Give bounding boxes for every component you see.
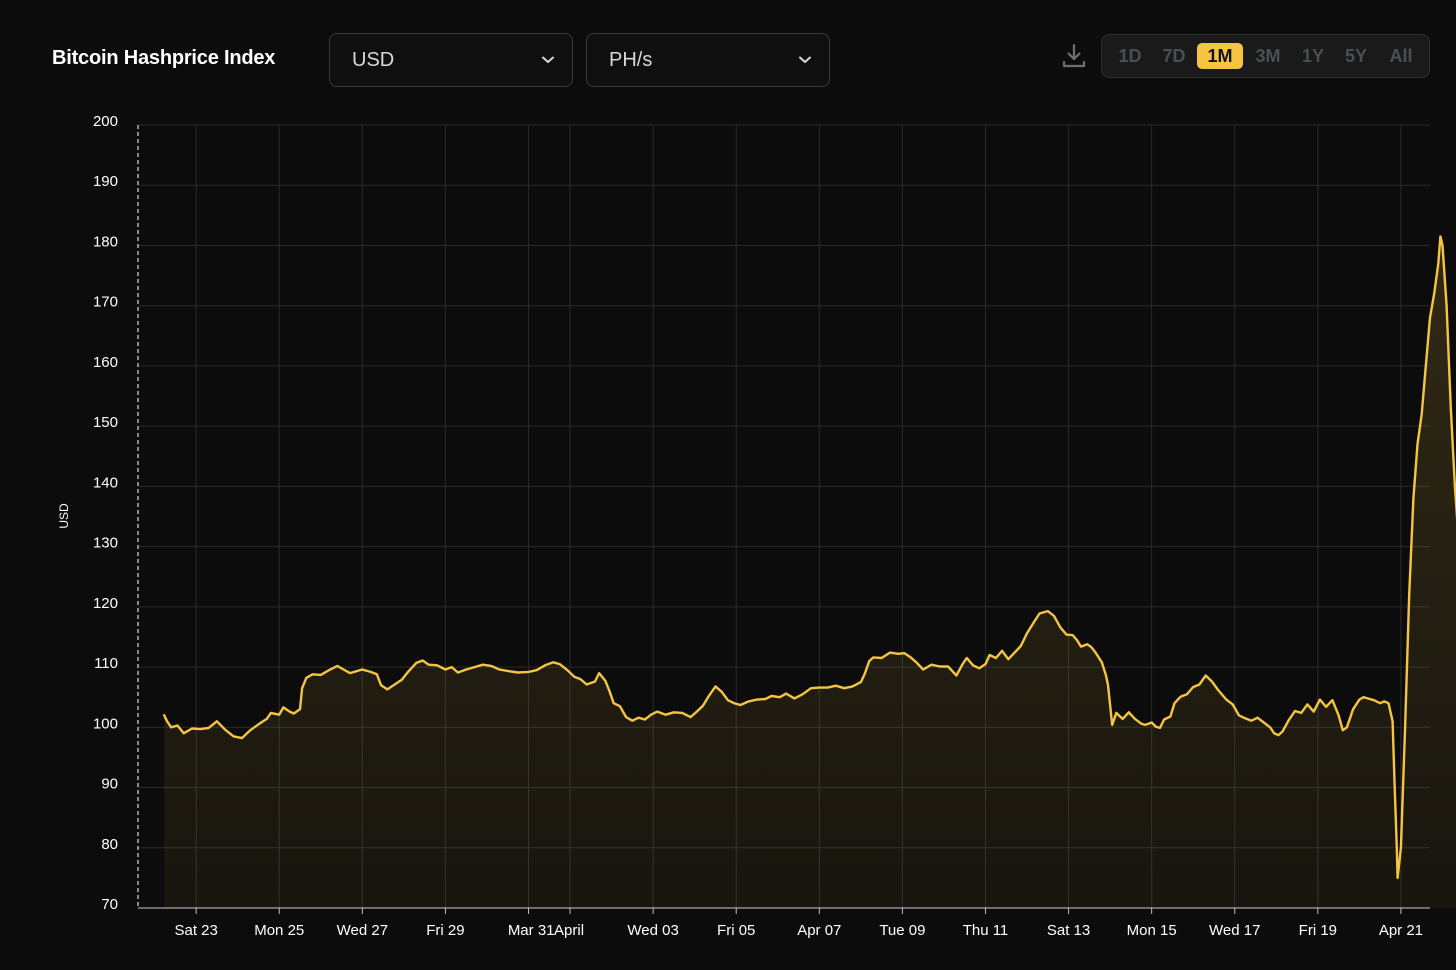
x-tick-label: Mon 15 [1127, 922, 1177, 939]
x-tick-label: April [554, 922, 584, 939]
y-tick-label: 70 [101, 896, 118, 913]
x-tick-label: Sat 23 [174, 922, 217, 939]
x-tick-label: Tue 09 [879, 922, 925, 939]
x-tick-label: Fri 19 [1299, 922, 1337, 939]
y-tick-label: 130 [93, 535, 118, 552]
x-tick-label: Wed 03 [627, 922, 678, 939]
x-tick-label: Mon 25 [254, 922, 304, 939]
x-tick-label: Fri 05 [717, 922, 755, 939]
y-tick-label: 190 [93, 173, 118, 190]
x-tick-label: Wed 27 [337, 922, 388, 939]
y-tick-label: 170 [93, 294, 118, 311]
y-tick-label: 110 [94, 655, 118, 672]
y-tick-label: 140 [93, 474, 118, 491]
x-tick-label: Fri 29 [426, 922, 464, 939]
x-tick-label: Thu 11 [963, 922, 1009, 939]
series-area [164, 236, 1456, 908]
x-tick-label: Sat 13 [1047, 922, 1090, 939]
y-tick-label: 180 [93, 233, 118, 250]
y-tick-label: 100 [93, 715, 118, 732]
y-tick-label: 90 [101, 776, 118, 793]
x-tick-label: Apr 07 [797, 922, 841, 939]
y-tick-label: 150 [93, 414, 118, 431]
hashprice-chart: 708090100110120130140150160170180190200 … [57, 113, 1456, 939]
x-tick-label: Apr 21 [1379, 922, 1423, 939]
y-tick-label: 80 [101, 836, 118, 853]
x-tick-label: Mar 31 [508, 922, 555, 939]
y-tick-label: 160 [93, 354, 118, 371]
x-tick-label: Wed 17 [1209, 922, 1260, 939]
y-axis-label: USD [57, 503, 71, 529]
y-tick-label: 200 [93, 113, 118, 130]
y-tick-label: 120 [93, 595, 118, 612]
